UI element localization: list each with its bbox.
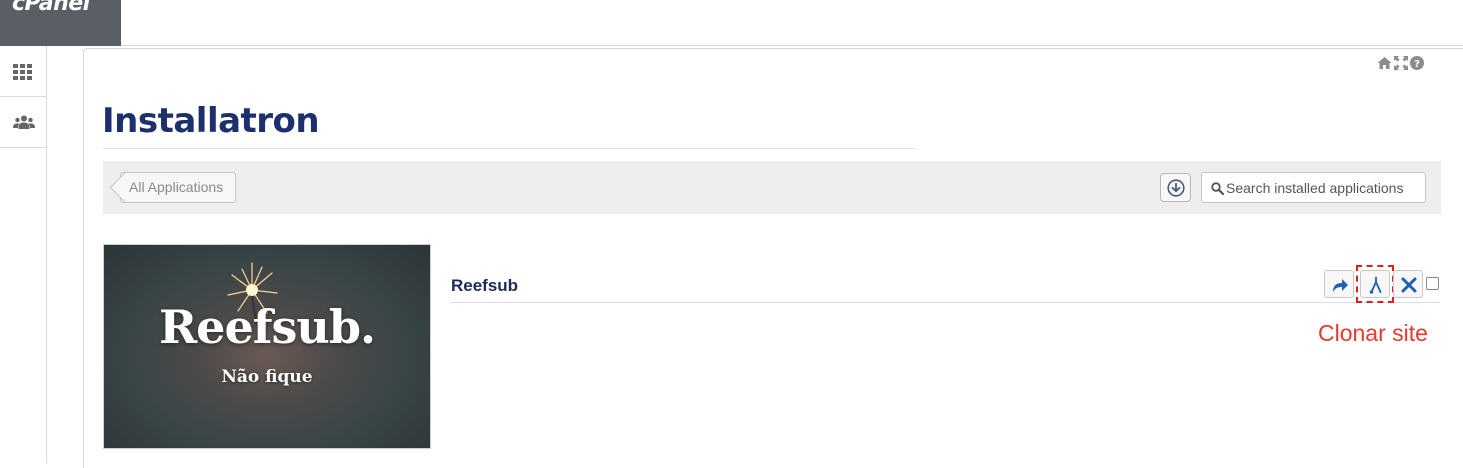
sidebar — [0, 46, 47, 463]
delete-icon — [1401, 277, 1417, 293]
sidebar-item-apps[interactable] — [0, 46, 46, 97]
svg-text:?: ? — [1414, 59, 1420, 70]
clone-highlight-box — [1356, 265, 1394, 303]
share-icon — [1333, 279, 1348, 292]
grid-icon — [13, 64, 32, 80]
users-icon — [13, 115, 35, 129]
installation-select-checkbox[interactable] — [1426, 277, 1439, 290]
search-box — [1201, 172, 1426, 203]
top-divider — [121, 45, 1463, 46]
installation-divider — [451, 302, 1440, 303]
installatron-divider — [103, 148, 915, 149]
search-icon — [1211, 182, 1224, 195]
download-button[interactable] — [1160, 173, 1191, 202]
cpanel-logo: cPanel — [12, 0, 90, 16]
thumbnail-subheadline: Não fique — [221, 367, 313, 387]
installation-thumbnail[interactable]: Reefsub. Não fique — [103, 244, 431, 449]
download-circle-icon — [1167, 179, 1185, 197]
installation-title[interactable]: Reefsub — [451, 276, 518, 296]
cpanel-logo-box[interactable]: cPanel — [0, 0, 121, 46]
help-icon[interactable]: ? — [1410, 56, 1424, 70]
expand-icon[interactable] — [1394, 56, 1408, 70]
clone-annotation-label: Clonar site — [1318, 320, 1428, 346]
all-applications-button[interactable]: All Applications — [120, 172, 236, 203]
share-button[interactable] — [1324, 270, 1354, 298]
thumbnail-headline: Reefsub. — [158, 300, 376, 354]
sidebar-item-users[interactable] — [0, 97, 46, 148]
home-icon[interactable] — [1377, 56, 1392, 70]
delete-button[interactable] — [1393, 270, 1423, 298]
panel-top-icons: ? — [1377, 56, 1424, 70]
all-applications-label: All Applications — [129, 179, 224, 195]
search-input[interactable] — [1226, 173, 1421, 202]
installatron-logo: Installatron — [102, 101, 320, 141]
